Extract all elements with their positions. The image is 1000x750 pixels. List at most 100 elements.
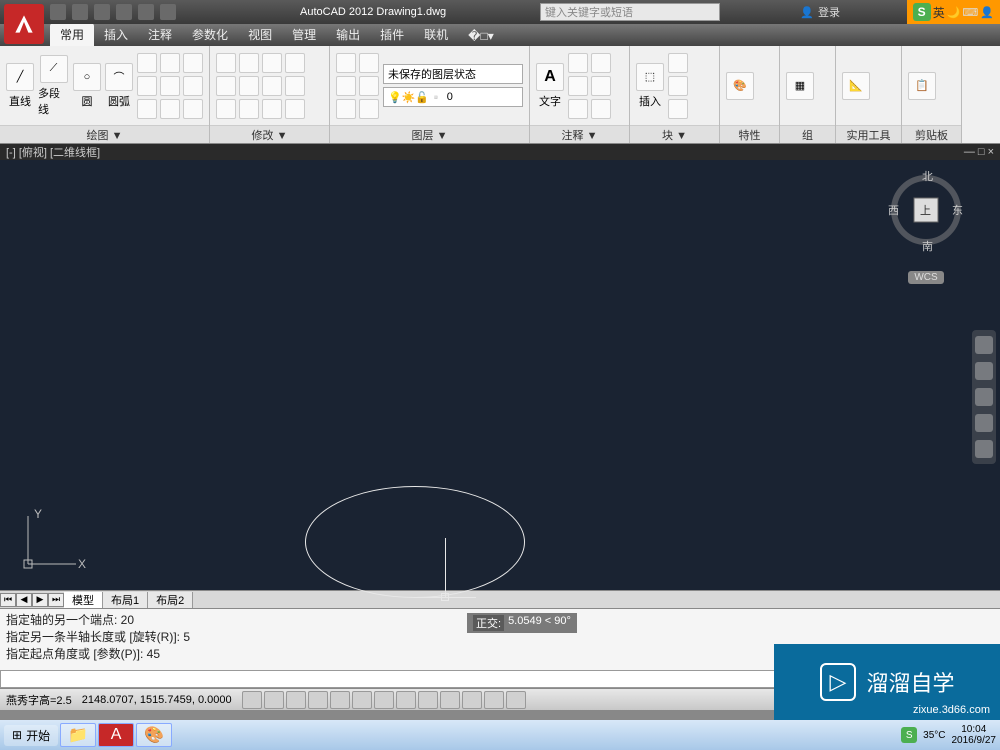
nav-showmotion[interactable] [975, 440, 993, 458]
panel-props-title[interactable]: 特性 [720, 125, 779, 143]
toggle-ducs[interactable] [396, 691, 416, 709]
nav-pan[interactable] [975, 362, 993, 380]
task-paint[interactable]: 🎨 [136, 723, 172, 747]
panel-clip: 📋 剪贴板 [902, 46, 962, 143]
tab-online[interactable]: 联机 [414, 23, 458, 46]
toggle-otrack[interactable] [374, 691, 394, 709]
qat-new[interactable] [50, 4, 66, 20]
login-area[interactable]: 👤 登录 [800, 4, 840, 20]
tab-first[interactable]: ⏮ [0, 593, 16, 607]
quick-access-toolbar [50, 4, 176, 20]
ime-badge[interactable]: S 英 🌙 ⌨ 👤 [907, 0, 1000, 24]
panel-draw-title[interactable]: 绘图 ▼ [0, 125, 209, 143]
tool-group[interactable]: ▦ [786, 72, 814, 100]
toggle-lwt[interactable] [440, 691, 460, 709]
wcs-badge[interactable]: WCS [908, 271, 943, 284]
toggle-snap[interactable] [242, 691, 262, 709]
tool-clipboard[interactable]: 📋 [908, 72, 936, 100]
layer-state-dropdown[interactable]: 未保存的图层状态 [383, 64, 523, 84]
tool-circle[interactable]: ○圆 [73, 63, 101, 109]
panel-draw: ╱直线 ⟋多段线 ○圆 ⌒圆弧 绘图 ▼ [0, 46, 210, 143]
tab-annotate[interactable]: 注释 [138, 23, 182, 46]
layout-tabs: ⏮ ◀ ▶ ⏭ 模型 布局1 布局2 [0, 590, 1000, 608]
tool-line[interactable]: ╱直线 [6, 63, 34, 109]
toggle-sc[interactable] [506, 691, 526, 709]
tab-next[interactable]: ▶ [32, 593, 48, 607]
ucs-icon: Y X [20, 506, 90, 576]
nav-wheel[interactable] [975, 336, 993, 354]
svg-text:西: 西 [888, 205, 899, 217]
panel-clip-title[interactable]: 剪贴板 [902, 125, 961, 143]
toggle-ortho[interactable] [286, 691, 306, 709]
layout-1[interactable]: 布局1 [103, 592, 148, 608]
qat-save[interactable] [94, 4, 110, 20]
status-textheight: 燕秀字高=2.5 [6, 692, 72, 708]
taskbar: ⊞ 开始 📁 A 🎨 S 35°C 10:04 2016/9/27 [0, 720, 1000, 750]
panel-annotate-title[interactable]: 注释 ▼ [530, 125, 629, 143]
tab-last[interactable]: ⏭ [48, 593, 64, 607]
viewcube[interactable]: 北 南 东 西 上 WCS [886, 170, 966, 260]
tool-polyline[interactable]: ⟋多段线 [38, 55, 69, 117]
panel-group-title[interactable]: 组 [780, 125, 835, 143]
tab-expand[interactable]: �□▾ [458, 26, 504, 46]
tray-clock[interactable]: 10:04 2016/9/27 [952, 724, 997, 746]
tool-move[interactable] [216, 53, 236, 73]
panel-props: 🎨 特性 [720, 46, 780, 143]
tool-insert[interactable]: ⬚插入 [636, 63, 664, 109]
qat-open[interactable] [72, 4, 88, 20]
tool-utilities[interactable]: 📐 [842, 72, 870, 100]
panel-modify-title[interactable]: 修改 ▼ [210, 125, 329, 143]
svg-text:Y: Y [34, 507, 42, 521]
layer-current-dropdown[interactable]: 💡☀️🔓▫️ 0 [383, 87, 523, 107]
toggle-dyn[interactable] [418, 691, 438, 709]
system-tray: S 35°C 10:04 2016/9/27 [901, 724, 996, 746]
toggle-3dosnap[interactable] [352, 691, 372, 709]
viewport-label[interactable]: [-] [俯视] [二维线框] [6, 144, 100, 160]
draw-extras [137, 53, 203, 119]
tool-arc[interactable]: ⌒圆弧 [105, 63, 133, 109]
tab-manage[interactable]: 管理 [282, 23, 326, 46]
app-logo[interactable] [4, 4, 44, 44]
toggle-polar[interactable] [308, 691, 328, 709]
panel-util-title[interactable]: 实用工具 [836, 125, 901, 143]
panel-modify: 修改 ▼ [210, 46, 330, 143]
svg-text:北: 北 [922, 170, 933, 183]
tab-prev[interactable]: ◀ [16, 593, 32, 607]
toggle-qp[interactable] [484, 691, 504, 709]
tool-properties[interactable]: 🎨 [726, 72, 754, 100]
task-autocad[interactable]: A [98, 723, 134, 747]
svg-text:X: X [78, 557, 86, 571]
start-button[interactable]: ⊞ 开始 [4, 725, 58, 746]
search-input[interactable]: 键入关键字或短语 [540, 3, 720, 21]
task-explorer[interactable]: 📁 [60, 723, 96, 747]
drawing-viewport[interactable]: 正交: 5.0549 < 90° Y X 北 南 东 西 上 WCS [0, 160, 1000, 590]
qat-undo[interactable] [116, 4, 132, 20]
tool-rect[interactable] [137, 53, 157, 73]
ime-tray-icon[interactable]: S [901, 727, 917, 743]
tab-output[interactable]: 输出 [326, 23, 370, 46]
layout-2[interactable]: 布局2 [148, 592, 193, 608]
toggle-osnap[interactable] [330, 691, 350, 709]
tab-plugins[interactable]: 插件 [370, 23, 414, 46]
title-bar: AutoCAD 2012 Drawing1.dwg 键入关键字或短语 👤 登录 … [0, 0, 1000, 24]
ribbon-tabs: 常用 插入 注释 参数化 视图 管理 输出 插件 联机 �□▾ [0, 24, 1000, 46]
tab-insert[interactable]: 插入 [94, 23, 138, 46]
dynamic-input-tooltip: 正交: 5.0549 < 90° [467, 613, 577, 633]
layout-model[interactable]: 模型 [64, 592, 103, 608]
watermark: ▷ 溜溜自学 zixue.3d66.com [774, 644, 1000, 720]
qat-print[interactable] [160, 4, 176, 20]
nav-zoom[interactable] [975, 388, 993, 406]
status-coords: 2148.0707, 1515.7459, 0.0000 [82, 694, 232, 706]
qat-redo[interactable] [138, 4, 154, 20]
tab-view[interactable]: 视图 [238, 23, 282, 46]
panel-block-title[interactable]: 块 ▼ [630, 125, 719, 143]
tab-home[interactable]: 常用 [50, 23, 94, 46]
tab-parametric[interactable]: 参数化 [182, 23, 238, 46]
panel-layer-title[interactable]: 图层 ▼ [330, 125, 529, 143]
tool-text[interactable]: A文字 [536, 63, 564, 109]
toggle-tpy[interactable] [462, 691, 482, 709]
windows-icon: ⊞ [12, 728, 22, 742]
toggle-grid[interactable] [264, 691, 284, 709]
drawn-ellipse [305, 486, 525, 598]
nav-orbit[interactable] [975, 414, 993, 432]
